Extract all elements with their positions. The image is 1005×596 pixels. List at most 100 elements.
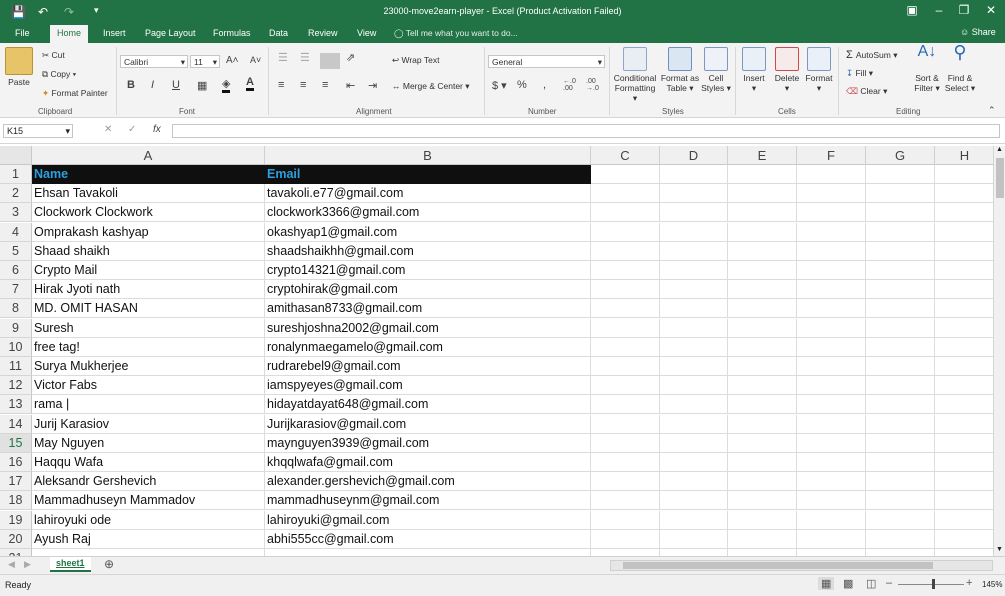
minimize-button[interactable]: – (929, 3, 949, 17)
table-cell[interactable] (591, 299, 660, 319)
table-cell[interactable] (660, 299, 728, 319)
table-cell[interactable] (591, 203, 660, 223)
row-header[interactable]: 7 (0, 280, 32, 300)
cancel-icon[interactable]: ✕ (104, 124, 112, 135)
header-cell[interactable]: Email (265, 165, 591, 184)
close-button[interactable]: ✕ (981, 3, 1001, 17)
table-cell[interactable] (866, 414, 935, 434)
prev-sheet-icon[interactable]: ◀ (8, 559, 15, 570)
table-cell[interactable] (660, 472, 728, 492)
zoom-level[interactable]: 145% (982, 580, 1002, 589)
table-cell[interactable]: amithasan8733@gmail.com (265, 299, 591, 319)
table-cell[interactable] (797, 472, 866, 492)
table-cell[interactable] (728, 203, 797, 223)
new-sheet-icon[interactable]: ⊕ (104, 557, 114, 571)
table-cell[interactable]: rudrarebel9@gmail.com (265, 357, 591, 376)
increase-font-size-icon[interactable]: A˄ (226, 55, 239, 66)
table-cell[interactable] (728, 472, 797, 492)
table-cell[interactable] (866, 299, 935, 319)
table-cell[interactable] (797, 549, 866, 556)
table-cell[interactable] (660, 261, 728, 280)
row-header[interactable]: 20 (0, 529, 32, 549)
table-cell[interactable] (660, 241, 728, 261)
autosum-button[interactable]: Σ AutoSum ▾ (846, 49, 897, 61)
paste-button[interactable]: Paste (5, 47, 33, 87)
table-cell[interactable] (866, 510, 935, 530)
table-cell[interactable] (728, 549, 797, 556)
fill-color-icon[interactable]: ◈ (222, 77, 231, 93)
table-cell[interactable] (728, 357, 797, 376)
zoom-out-button[interactable]: – (886, 577, 892, 589)
table-cell[interactable]: ronalynmaegamelo@gmail.com (265, 337, 591, 357)
borders-icon[interactable]: ▦ (197, 79, 207, 92)
currency-icon[interactable]: $ ▾ (492, 79, 507, 92)
table-cell[interactable] (797, 241, 866, 261)
table-cell[interactable] (591, 280, 660, 300)
decrease-decimal-icon[interactable]: .00 →.0 (586, 78, 599, 92)
table-cell[interactable] (591, 549, 660, 556)
table-cell[interactable] (591, 222, 660, 242)
font-name-select[interactable]: Calibri ▾ (120, 55, 188, 68)
table-cell[interactable] (866, 376, 935, 396)
table-cell[interactable] (797, 280, 866, 300)
format-cells-button[interactable]: Format ▾ (804, 47, 834, 93)
column-header-a[interactable]: A (32, 146, 265, 165)
scroll-up-icon[interactable]: ▲ (996, 146, 1003, 153)
table-cell[interactable] (935, 261, 993, 280)
decrease-font-size-icon[interactable]: A˅ (250, 55, 261, 65)
table-cell[interactable] (728, 433, 797, 453)
table-cell[interactable] (935, 203, 993, 223)
table-cell[interactable] (866, 453, 935, 472)
align-right-icon[interactable]: ≡ (322, 79, 328, 91)
zoom-in-button[interactable]: + (966, 577, 972, 589)
table-cell[interactable] (935, 491, 993, 511)
table-cell[interactable] (797, 395, 866, 415)
cut-button[interactable]: ✂ Cut (42, 50, 65, 61)
insert-function-icon[interactable]: fx (153, 124, 161, 135)
table-cell[interactable] (797, 222, 866, 242)
table-cell[interactable]: abhi555cc@gmail.com (265, 529, 591, 549)
table-cell[interactable]: Surya Mukherjee (32, 357, 265, 376)
table-cell[interactable]: Mammadhuseyn Mammadov (32, 491, 265, 511)
vertical-scroll-thumb[interactable] (996, 158, 1004, 198)
table-cell[interactable] (797, 433, 866, 453)
table-cell[interactable]: Shaad shaikh (32, 241, 265, 261)
tab-formulas[interactable]: Formulas (213, 28, 251, 38)
row-header[interactable]: 3 (0, 203, 32, 223)
table-cell[interactable] (866, 529, 935, 549)
table-cell[interactable] (935, 319, 993, 338)
row-header[interactable]: 15 (0, 433, 32, 453)
table-cell[interactable] (728, 318, 797, 338)
table-cell[interactable] (591, 414, 660, 434)
tab-review[interactable]: Review (308, 28, 338, 38)
table-cell[interactable] (797, 491, 866, 511)
table-cell[interactable] (728, 376, 797, 396)
number-format-select[interactable]: General ▾ (488, 55, 605, 68)
row-header[interactable]: 1 (0, 165, 32, 184)
table-cell[interactable] (728, 280, 797, 300)
decrease-indent-icon[interactable]: ⇤ (346, 79, 355, 92)
table-cell[interactable] (935, 434, 993, 453)
table-cell[interactable]: hidayatdayat648@gmail.com (265, 395, 591, 415)
zoom-slider[interactable] (898, 584, 964, 585)
table-cell[interactable]: okashyap1@gmail.com (265, 222, 591, 242)
table-cell[interactable]: Jurijkarasiov@gmail.com (265, 414, 591, 434)
table-cell[interactable] (660, 453, 728, 472)
table-cell[interactable] (935, 472, 993, 492)
table-cell[interactable] (797, 529, 866, 549)
share-button[interactable]: ☺ Share (960, 27, 996, 37)
tab-data[interactable]: Data (269, 28, 288, 38)
row-header[interactable]: 18 (0, 491, 32, 511)
table-cell[interactable]: Jurij Karasiov (32, 414, 265, 434)
table-cell[interactable]: MD. OMIT HASAN (32, 299, 265, 319)
column-header-c[interactable]: C (591, 146, 660, 165)
delete-cells-button[interactable]: Delete ▾ (771, 47, 803, 93)
row-header[interactable]: 13 (0, 395, 32, 415)
table-cell[interactable]: cryptohirak@gmail.com (265, 280, 591, 300)
row-header[interactable]: 12 (0, 376, 32, 396)
table-cell[interactable]: Victor Fabs (32, 376, 265, 396)
table-cell[interactable] (728, 510, 797, 530)
table-cell[interactable] (591, 376, 660, 396)
format-as-table-button[interactable]: Format as Table ▾ (660, 47, 700, 93)
next-sheet-icon[interactable]: ▶ (24, 559, 31, 570)
